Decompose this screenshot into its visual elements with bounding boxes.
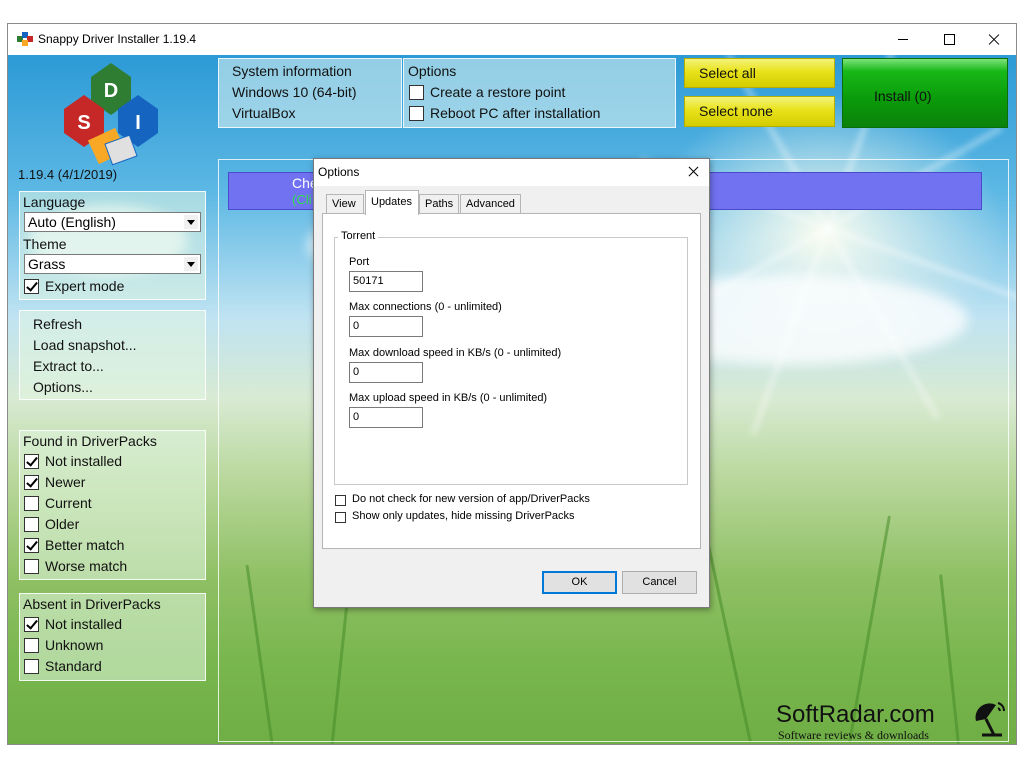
install-label: Install (0)	[874, 88, 932, 104]
reboot-checkbox[interactable]	[409, 106, 424, 121]
logo-letter-i: I	[135, 112, 141, 134]
tab-updates-label: Updates	[371, 196, 412, 208]
found-worse-match-label: Worse match	[45, 558, 128, 574]
os-info: Windows 10 (64-bit)	[232, 84, 357, 100]
found-group-title: Found in DriverPacks	[23, 433, 157, 449]
title-bar: Snappy Driver Installer 1.19.4	[8, 24, 1016, 55]
expert-mode-label: Expert mode	[45, 278, 125, 294]
reboot-label: Reboot PC after installation	[430, 105, 601, 121]
absent-unknown-label: Unknown	[45, 637, 104, 653]
found-current-label: Current	[45, 495, 92, 511]
torrent-group-title: Torrent	[338, 230, 379, 242]
found-newer-label: Newer	[45, 474, 86, 490]
absent-standard-checkbox[interactable]	[24, 659, 39, 674]
cancel-button[interactable]: Cancel	[622, 571, 697, 594]
options-dialog: Options View Updates Paths Advanced Torr…	[313, 158, 710, 608]
logo-letter-d: D	[104, 80, 118, 102]
max-connections-input[interactable]: 0	[349, 316, 423, 337]
refresh-action[interactable]: Refresh	[33, 316, 82, 332]
sdi-logo: D S I	[64, 63, 158, 166]
load-snapshot-action[interactable]: Load snapshot...	[33, 337, 137, 353]
found-newer-checkbox[interactable]	[24, 475, 39, 490]
language-select[interactable]: Auto (English)	[24, 212, 201, 232]
absent-group-title: Absent in DriverPacks	[23, 596, 161, 612]
dialog-title-bar: Options	[314, 159, 709, 186]
tab-paths-label: Paths	[425, 198, 454, 210]
no-version-check-checkbox[interactable]	[335, 495, 346, 506]
maximize-button[interactable]	[926, 24, 972, 55]
found-older-checkbox[interactable]	[24, 517, 39, 532]
tab-view-label: View	[332, 198, 356, 210]
max-download-input[interactable]: 0	[349, 362, 423, 383]
window-title: Snappy Driver Installer 1.19.4	[38, 32, 197, 46]
only-updates-label: Show only updates, hide missing DriverPa…	[352, 510, 575, 522]
install-options-panel: Options Create a restore point Reboot PC…	[403, 58, 676, 128]
extract-to-action[interactable]: Extract to...	[33, 358, 104, 374]
satellite-dish-icon	[975, 702, 1005, 737]
absent-not-installed-checkbox[interactable]	[24, 617, 39, 632]
select-all-label: Select all	[699, 65, 756, 81]
chevron-down-icon[interactable]	[184, 215, 198, 229]
tab-advanced[interactable]: Advanced	[460, 194, 521, 214]
machine-info: VirtualBox	[232, 105, 296, 121]
settings-panel: Language Auto (English) Theme Grass Expe…	[19, 191, 206, 300]
found-not-installed-label: Not installed	[45, 453, 123, 469]
select-none-label: Select none	[699, 103, 773, 119]
actions-panel: Refresh Load snapshot... Extract to... O…	[19, 310, 206, 400]
found-older-label: Older	[45, 516, 80, 532]
ok-button[interactable]: OK	[542, 571, 617, 594]
dialog-title: Options	[318, 165, 360, 179]
language-value: Auto (English)	[28, 214, 116, 230]
theme-value: Grass	[28, 256, 66, 272]
status-subtext: (Cli	[292, 192, 312, 207]
select-none-button[interactable]: Select none	[684, 96, 835, 127]
theme-select[interactable]: Grass	[24, 254, 201, 274]
app-icon	[17, 32, 33, 46]
options-title: Options	[408, 63, 457, 79]
absent-unknown-checkbox[interactable]	[24, 638, 39, 653]
system-info-panel[interactable]: System information Windows 10 (64-bit) V…	[218, 58, 402, 128]
theme-label: Theme	[23, 236, 67, 252]
close-button[interactable]	[971, 24, 1017, 55]
tab-view[interactable]: View	[326, 194, 364, 214]
max-connections-label: Max connections (0 - unlimited)	[349, 301, 502, 313]
chevron-down-icon[interactable]	[184, 257, 198, 271]
tab-paths[interactable]: Paths	[419, 194, 459, 214]
select-all-button[interactable]: Select all	[684, 58, 835, 88]
dialog-close-icon[interactable]	[679, 159, 709, 186]
max-upload-input[interactable]: 0	[349, 407, 423, 428]
absent-not-installed-label: Not installed	[45, 616, 123, 632]
found-worse-match-checkbox[interactable]	[24, 559, 39, 574]
tab-updates[interactable]: Updates	[365, 190, 419, 215]
found-current-checkbox[interactable]	[24, 496, 39, 511]
softradar-watermark: SoftRadar.com Software reviews & downloa…	[776, 701, 1005, 742]
language-label: Language	[23, 194, 86, 210]
options-action[interactable]: Options...	[33, 379, 93, 395]
install-button[interactable]: Install (0)	[842, 58, 1008, 128]
app-version: 1.19.4 (4/1/2019)	[18, 167, 118, 182]
logo-letter-s: S	[77, 112, 90, 134]
system-info-title: System information	[232, 63, 352, 79]
max-upload-label: Max upload speed in KB/s (0 - unlimited)	[349, 392, 548, 404]
found-better-match-checkbox[interactable]	[24, 538, 39, 553]
found-filter-panel: Found in DriverPacks Not installed Newer…	[19, 430, 206, 580]
updates-tab-page: Torrent Port 50171 Max connections (0 - …	[322, 213, 701, 549]
watermark-text: SoftRadar.com	[776, 701, 935, 728]
restore-point-label: Create a restore point	[430, 84, 566, 100]
port-label: Port	[349, 256, 370, 268]
restore-point-checkbox[interactable]	[409, 85, 424, 100]
max-download-label: Max download speed in KB/s (0 - unlimite…	[349, 347, 562, 359]
no-version-check-label: Do not check for new version of app/Driv…	[352, 493, 590, 505]
expert-mode-checkbox[interactable]	[24, 279, 39, 294]
absent-filter-panel: Absent in DriverPacks Not installed Unkn…	[19, 593, 206, 681]
only-updates-checkbox[interactable]	[335, 512, 346, 523]
found-not-installed-checkbox[interactable]	[24, 454, 39, 469]
found-better-match-label: Better match	[45, 537, 125, 553]
absent-standard-label: Standard	[45, 658, 102, 674]
watermark-subtext: Software reviews & downloads	[778, 728, 929, 742]
port-input[interactable]: 50171	[349, 271, 423, 292]
tab-advanced-label: Advanced	[466, 198, 515, 210]
minimize-button[interactable]	[880, 24, 926, 55]
